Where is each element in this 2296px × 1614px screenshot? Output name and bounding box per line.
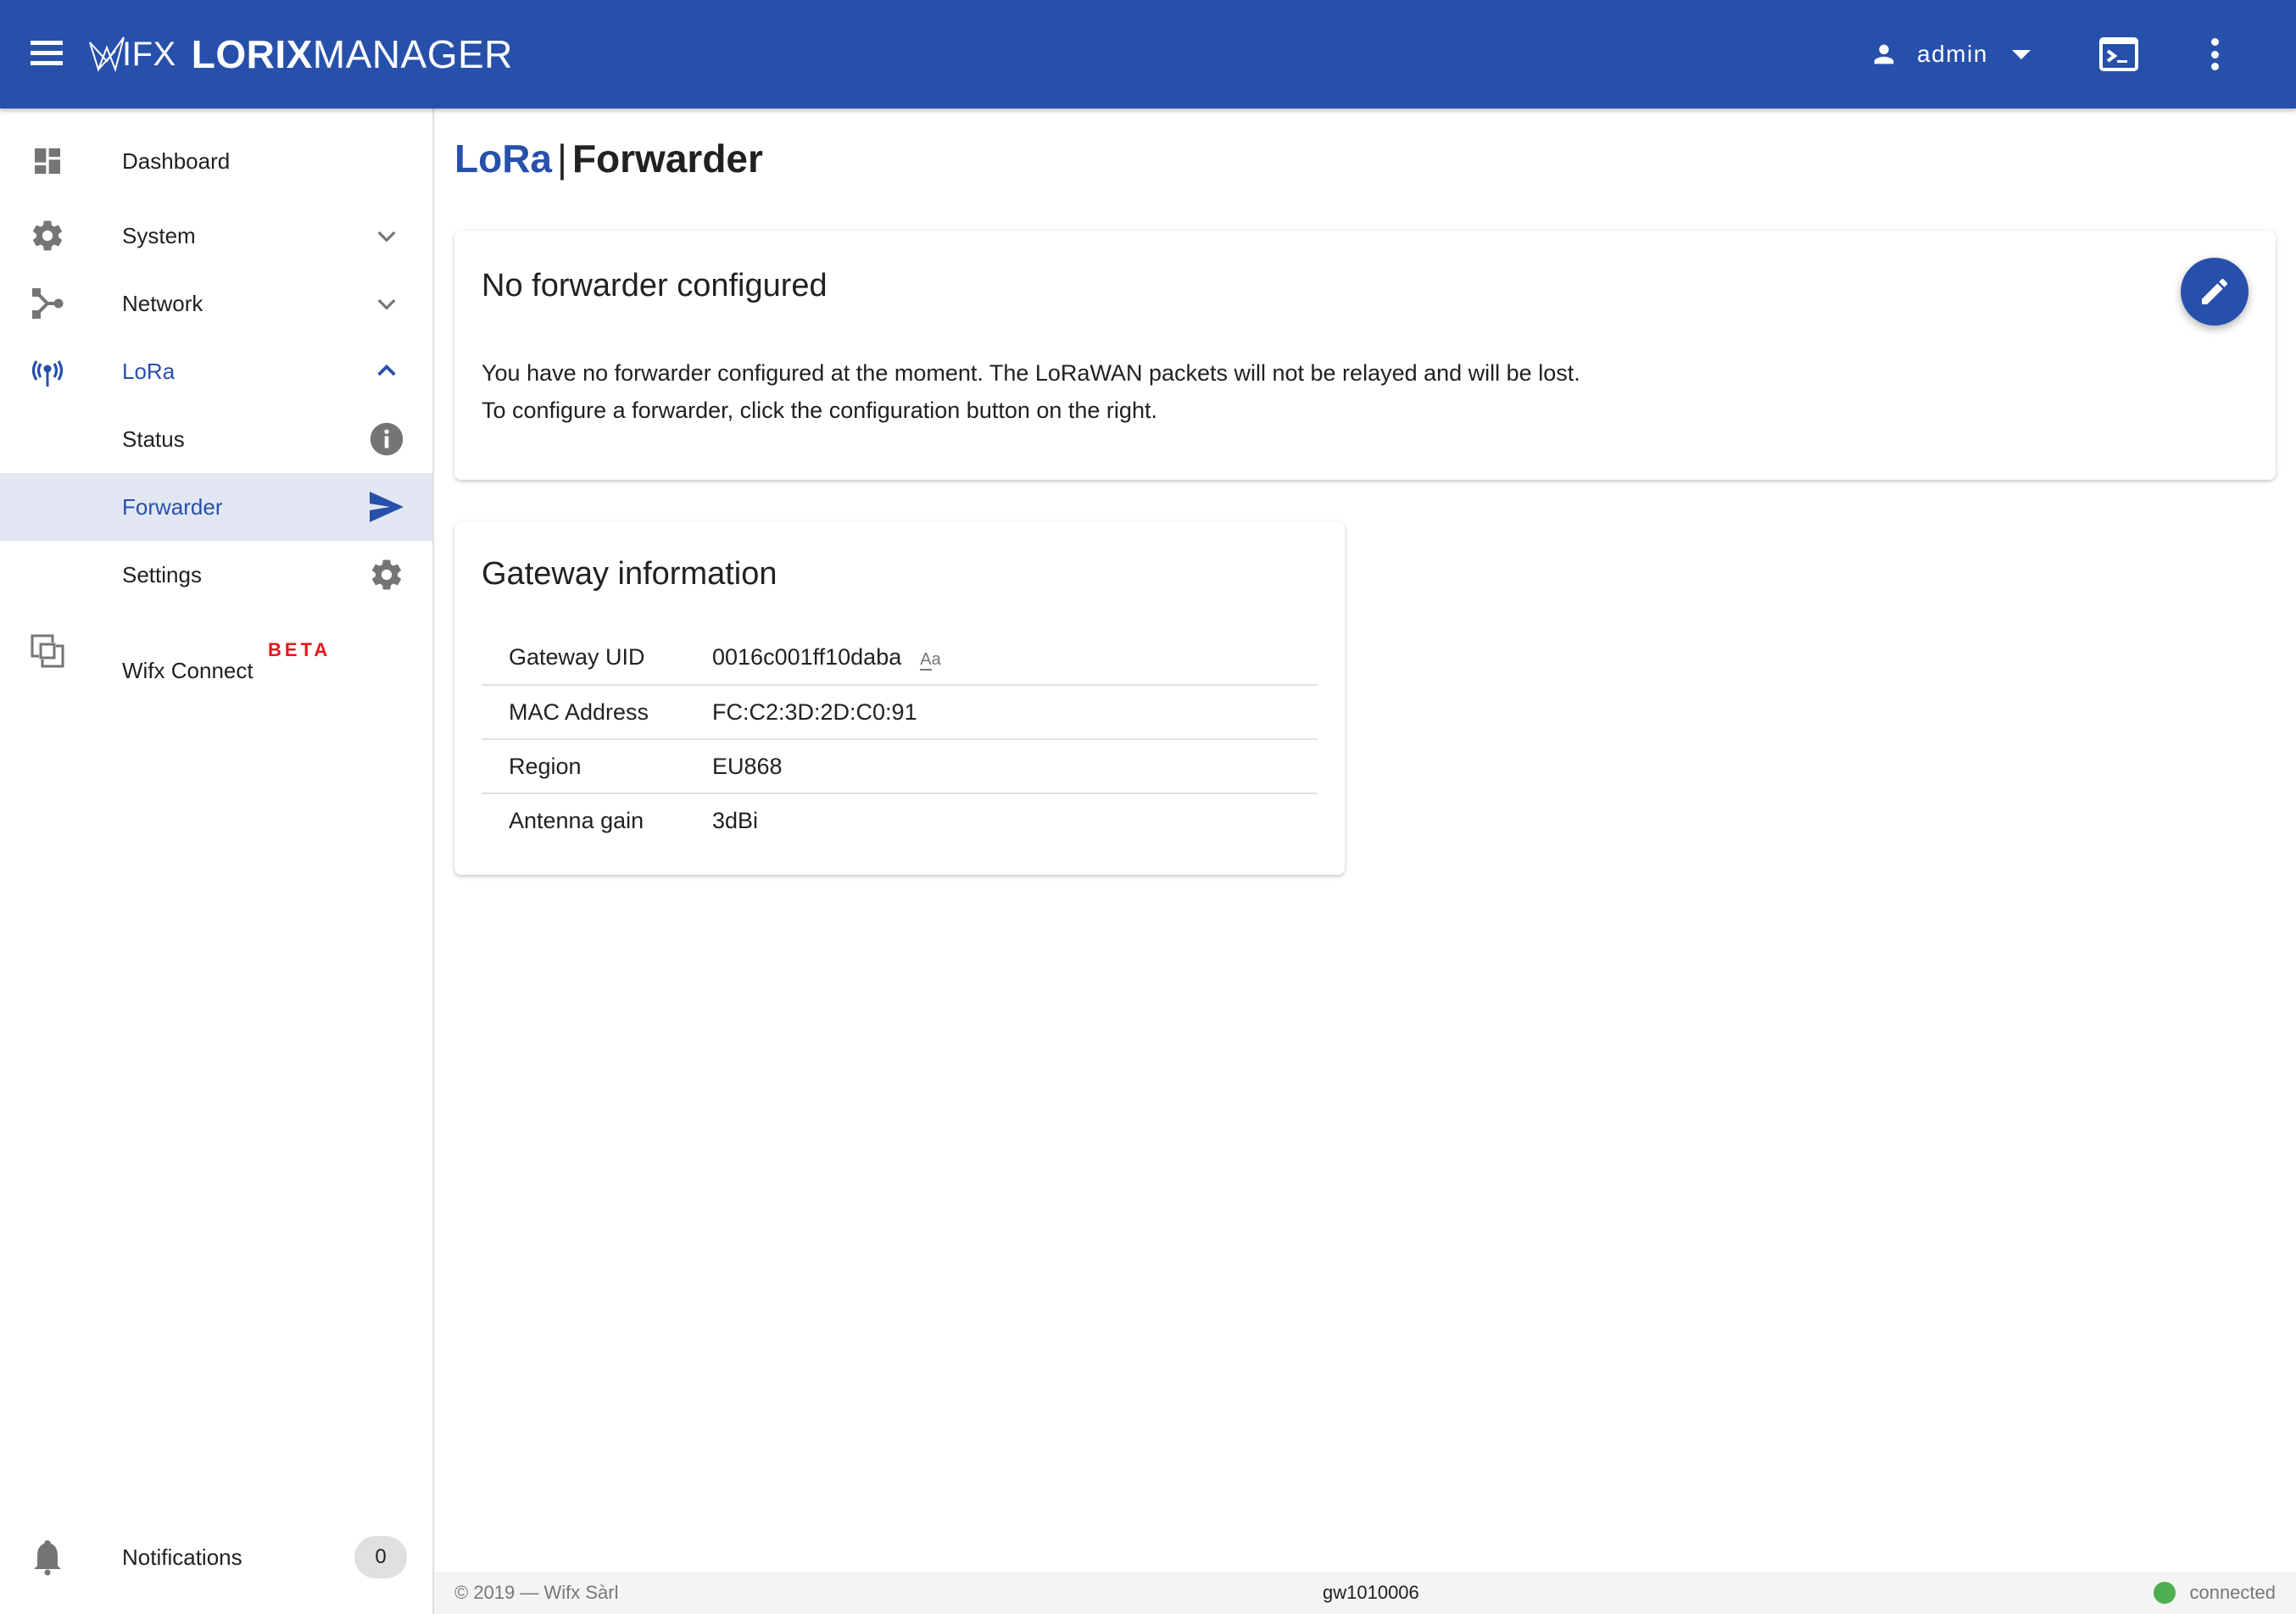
chevron-down-icon [377, 231, 396, 242]
wifx-w-icon [89, 36, 125, 73]
user-name: admin [1917, 41, 1988, 67]
row-value: 0016c001ff10daba [712, 644, 902, 670]
sidebar-item-label: LoRa [122, 358, 176, 384]
more-vertical-icon [2210, 38, 2219, 46]
sidebar-item-network[interactable]: Network [0, 270, 432, 337]
sidebar-item-notifications[interactable]: Notifications 0 [0, 1523, 432, 1591]
case-toggle-button[interactable]: Aa [920, 650, 941, 671]
terminal-button[interactable] [2099, 37, 2138, 71]
connection-status-text: connected [2189, 1582, 2276, 1603]
pencil-icon [2202, 278, 2228, 304]
card-text-line: You have no forwarder configured at the … [482, 360, 1580, 386]
row-key: MAC Address [509, 698, 649, 725]
status-dot-icon [2154, 1582, 2176, 1604]
sidebar-item-lora-settings[interactable]: Settings [0, 541, 432, 609]
sidebar-item-wifx-connect[interactable]: Wifx Connect BETA [0, 617, 432, 702]
row-key: Region [509, 753, 582, 779]
sidebar-item-label: Status [122, 426, 185, 452]
notification-count-badge: 0 [354, 1536, 407, 1578]
breadcrumb-separator: | [557, 136, 567, 181]
table-row: Region EU868 [482, 739, 1318, 793]
sidebar-item-label: Notifications [122, 1544, 242, 1570]
sidebar-item-lora[interactable]: LoRa [0, 337, 432, 405]
gateway-info-table: Gateway UID 0016c001ff10daba Aa MAC Addre… [482, 631, 1318, 848]
antenna-icon [29, 353, 66, 390]
card-body: You have no forwarder configured at the … [482, 354, 1580, 429]
chevron-down-icon [377, 298, 396, 310]
row-value-cell: 0016c001ff10daba Aa [712, 631, 1318, 685]
card-title: Gateway information [482, 556, 777, 592]
gear-icon [368, 556, 405, 593]
menu-button[interactable] [31, 41, 63, 68]
sidebar-item-lora-status[interactable]: Status [0, 405, 432, 473]
person-icon [1874, 44, 1894, 64]
hamburger-menu-icon [31, 41, 63, 45]
kebab-dot [2210, 50, 2219, 58]
network-hub-icon [29, 285, 66, 322]
table-row: Gateway UID 0016c001ff10daba Aa [482, 631, 1318, 685]
footer: © 2019 — Wifx Sàrl gw1010006 connected [434, 1572, 2296, 1614]
hamburger-line [31, 61, 63, 65]
row-value: 3dBi [712, 808, 759, 833]
hamburger-line [31, 51, 63, 55]
sidebar: Dashboard System Network LoRa Status For… [0, 109, 434, 1614]
sidebar-item-label: Network [122, 290, 203, 316]
chevron-up-icon [377, 365, 396, 376]
dashboard-icon [29, 142, 66, 180]
app-logo[interactable]: IFX LORIX MANAGER [88, 29, 513, 80]
gateway-information-card: Gateway information Gateway UID 0016c001… [454, 522, 1345, 875]
sidebar-item-label: Dashboard [122, 147, 231, 174]
sidebar-item-system[interactable]: System [0, 202, 432, 270]
bell-icon [29, 1539, 66, 1576]
breadcrumb-section[interactable]: LoRa [454, 136, 552, 181]
sidebar-item-dashboard[interactable]: Dashboard [0, 127, 432, 195]
row-value: EU868 [712, 753, 783, 779]
brand-wifx-text: IFX [122, 35, 176, 73]
hostname: gw1010006 [1323, 1582, 1419, 1603]
page-title: LoRa | Forwarder [454, 136, 763, 181]
send-icon [368, 488, 405, 526]
table-row: Antenna gain 3dBi [482, 793, 1318, 848]
row-key: Antenna gain [509, 808, 644, 833]
copyright-text: © 2019 — Wifx Sàrl [454, 1582, 619, 1603]
card-text-line: To configure a forwarder, click the conf… [482, 398, 1157, 423]
row-value: FC:C2:3D:2D:C0:91 [712, 698, 917, 725]
caret-down-icon [2011, 49, 2031, 59]
terminal-icon [2099, 37, 2138, 71]
no-forwarder-card: No forwarder configured You have no forw… [454, 231, 2276, 480]
more-options-button[interactable] [2201, 36, 2228, 73]
sidebar-item-lora-forwarder[interactable]: Forwarder [0, 473, 432, 541]
sidebar-item-label: Settings [122, 561, 202, 587]
user-menu-button[interactable]: admin [1870, 31, 2031, 78]
wifx-logo: IFX [88, 36, 176, 74]
card-title: No forwarder configured [482, 268, 828, 303]
page-title-text: Forwarder [571, 136, 763, 181]
brand-manager-text: MANAGER [312, 32, 513, 76]
case-toggle-icon: A [920, 650, 932, 671]
brand-lorix-text: LORIX [191, 32, 313, 76]
kebab-dot [2210, 63, 2219, 70]
edit-forwarder-button[interactable] [2181, 258, 2249, 326]
sidebar-item-label: Wifx Connect [122, 658, 254, 683]
beta-badge: BETA [268, 639, 332, 660]
connection-status: connected [2154, 1582, 2276, 1604]
sidebar-item-label: Forwarder [122, 493, 223, 520]
app-bar: IFX LORIX MANAGER admin [0, 0, 2296, 109]
gear-icon [29, 217, 66, 254]
table-row: MAC Address FC:C2:3D:2D:C0:91 [482, 685, 1318, 739]
row-key: Gateway UID [509, 644, 645, 670]
sidebar-item-label: System [122, 222, 196, 248]
connect-icon [29, 632, 66, 670]
info-icon [368, 420, 405, 458]
